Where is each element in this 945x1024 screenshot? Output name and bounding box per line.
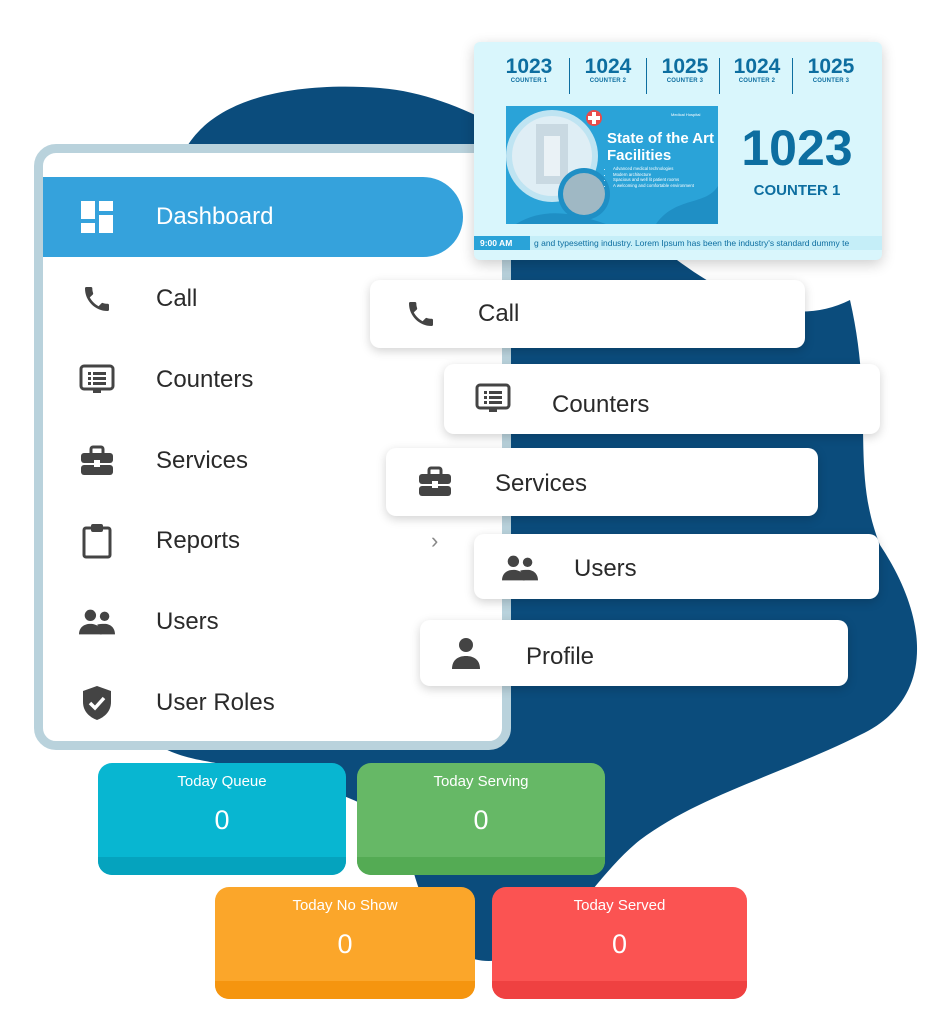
monitor-list-icon: [79, 362, 115, 398]
queue-counter: COUNTER 2: [589, 78, 627, 84]
queue-number: 1024: [584, 55, 632, 78]
tile-base: [492, 981, 747, 999]
users-icon: [502, 550, 538, 586]
dashboard-icon: [79, 199, 115, 235]
queue-number: 1023: [505, 55, 553, 78]
sidebar-item-label: Call: [156, 285, 198, 312]
promo-title: State of the Art Facilities: [607, 130, 714, 164]
tile-label: Today Queue: [177, 773, 267, 790]
today-no-show-tile: Today No Show 0: [215, 887, 475, 999]
phone-icon: [79, 281, 115, 317]
tile-label: Today Serving: [433, 773, 529, 790]
floating-item-profile[interactable]: Profile: [420, 620, 848, 686]
queue-cell: 1024 COUNTER 2: [569, 55, 647, 85]
sidebar-item-label: Dashboard: [156, 203, 274, 230]
sidebar-item-dashboard[interactable]: Dashboard: [43, 177, 463, 257]
chevron-right-icon: ›: [431, 528, 439, 553]
promo-banner: Medical Hospital State of the Art Facili…: [506, 106, 718, 224]
tile-label: Today No Show: [292, 897, 398, 914]
tile-value: 0: [473, 805, 489, 835]
sidebar-item-label: Counters: [156, 366, 254, 393]
ticker-text: g and typesetting industry. Lorem Ipsum …: [534, 238, 850, 248]
phone-icon: [403, 296, 439, 332]
today-queue-tile: Today Queue 0: [98, 763, 346, 875]
queue-history-row: 1023 COUNTER 1 1024 COUNTER 2 1025 COUNT…: [474, 56, 882, 100]
tile-base: [357, 857, 605, 875]
queue-cell: 1024 COUNTER 2: [718, 55, 796, 85]
queue-counter: COUNTER 3: [666, 78, 704, 84]
queue-counter: COUNTER 3: [812, 78, 850, 84]
sidebar-item-label: User Roles: [156, 689, 275, 716]
promo-graphic: [506, 110, 718, 224]
promo-bullet: A welcoming and comfortable environment: [613, 183, 718, 189]
briefcase-icon: [417, 464, 453, 500]
queue-counter: COUNTER 1: [510, 78, 548, 84]
briefcase-icon: [79, 443, 115, 479]
today-served-tile: Today Served 0: [492, 887, 747, 999]
queue-number: 1025: [661, 55, 709, 78]
queue-number: 1025: [807, 55, 855, 78]
sidebar-item-users[interactable]: Users: [43, 582, 483, 662]
tile-value: 0: [611, 929, 628, 959]
clipboard-icon: [79, 523, 115, 559]
floating-item-users[interactable]: Users: [474, 534, 879, 599]
sidebar-item-label: Reports: [156, 527, 241, 554]
today-serving-tile: Today Serving 0: [357, 763, 605, 875]
tile-value: 0: [214, 805, 230, 835]
queue-cell: 1025 COUNTER 3: [792, 55, 870, 85]
promo-brand: Medical Hospital: [671, 112, 701, 117]
tile-label: Today Served: [573, 897, 666, 914]
user-icon: [448, 635, 484, 671]
sidebar-item-label: Services: [156, 447, 249, 474]
users-icon: [79, 604, 115, 640]
tile-value: 0: [337, 929, 353, 959]
promo-bullets: Advanced medical technologies Modern arc…: [608, 166, 718, 188]
sidebar-item-user-roles[interactable]: User Roles: [43, 663, 483, 741]
monitor-list-icon: [475, 381, 511, 417]
queue-cell: 1025 COUNTER 3: [646, 55, 724, 85]
news-ticker: 9:00 AM g and typesetting industry. Lorem…: [474, 236, 882, 250]
queue-display-screen: 1023 COUNTER 1 1024 COUNTER 2 1025 COUNT…: [474, 42, 882, 260]
sidebar-item-counters[interactable]: Counters: [43, 340, 483, 420]
floating-item-counters[interactable]: Counters: [444, 364, 880, 434]
current-queue-number: 1023: [741, 120, 853, 176]
tile-base: [98, 857, 346, 875]
floating-item-label: Profile: [526, 643, 595, 670]
queue-number: 1024: [733, 55, 781, 78]
queue-counter: COUNTER 2: [738, 78, 776, 84]
floating-item-label: Services: [495, 470, 588, 497]
floating-item-services[interactable]: Services: [386, 448, 818, 516]
sidebar-item-label: Users: [156, 608, 219, 635]
queue-cell: 1023 COUNTER 1: [490, 55, 568, 85]
ticker-time: 9:00 AM: [474, 236, 530, 250]
floating-item-label: Call: [478, 300, 520, 327]
current-counter-label: COUNTER 1: [753, 182, 841, 199]
tile-base: [215, 981, 475, 999]
floating-item-call[interactable]: Call: [370, 280, 805, 348]
shield-check-icon: [79, 685, 115, 721]
floating-item-label: Counters: [552, 391, 650, 418]
floating-item-label: Users: [574, 555, 637, 582]
